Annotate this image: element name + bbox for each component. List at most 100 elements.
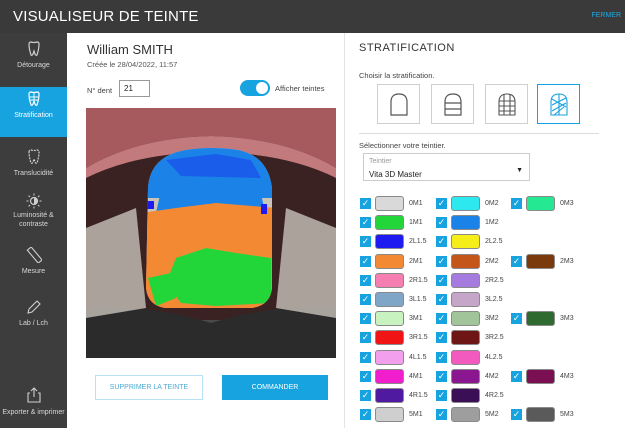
- shade-item[interactable]: ✓ 1M2: [436, 215, 508, 232]
- sidebar-item-luminosite[interactable]: Luminosité & contraste: [0, 189, 67, 239]
- delete-shade-button[interactable]: SUPPRIMER LA TEINTE: [95, 375, 203, 400]
- shade-checkbox[interactable]: ✓: [360, 370, 371, 382]
- shade-checkbox[interactable]: ✓: [436, 351, 447, 363]
- shade-label: 3R2.5: [485, 334, 504, 342]
- shade-checkbox[interactable]: ✓: [360, 255, 371, 267]
- strat-option-2[interactable]: [431, 84, 474, 124]
- shade-item[interactable]: ✓ 2M1: [360, 253, 432, 271]
- shade-checkbox[interactable]: ✓: [360, 274, 371, 286]
- stratification-title: STRATIFICATION: [359, 42, 455, 54]
- shade-checkbox[interactable]: ✓: [436, 332, 447, 344]
- shade-label: 2R1.5: [409, 276, 428, 284]
- created-date: Créée le 28/04/2022, 11:57: [87, 60, 178, 69]
- shade-swatch: [526, 196, 555, 211]
- shade-swatch: [451, 196, 480, 211]
- shade-item[interactable]: ✓ 0M1: [360, 196, 432, 213]
- shade-checkbox[interactable]: ✓: [436, 236, 447, 248]
- shade-swatch: [451, 292, 480, 307]
- shade-checkbox[interactable]: ✓: [436, 217, 447, 229]
- shade-item[interactable]: ✓ 4M2: [436, 368, 508, 386]
- shade-checkbox[interactable]: ✓: [511, 255, 522, 267]
- shade-label: 2M1: [409, 257, 423, 265]
- tooth-number-input[interactable]: 21: [119, 80, 150, 97]
- shade-item[interactable]: ✓ 4L1.5: [360, 349, 432, 367]
- shade-label: 3M2: [485, 315, 499, 323]
- shade-swatch: [526, 368, 555, 384]
- shade-item[interactable]: ✓ 2R2.5: [436, 272, 508, 290]
- shade-checkbox[interactable]: ✓: [436, 370, 447, 382]
- tooth-photo[interactable]: [86, 108, 336, 358]
- sidebar-item-stratification[interactable]: Stratification: [0, 87, 67, 137]
- shade-checkbox[interactable]: ✓: [511, 409, 522, 421]
- shade-checkbox[interactable]: ✓: [360, 198, 371, 209]
- sidebar-item-lab-lch[interactable]: Lab / Lch: [0, 295, 67, 345]
- shade-swatch: [451, 234, 480, 250]
- shade-checkbox[interactable]: ✓: [360, 409, 371, 421]
- shade-item[interactable]: ✓ 0M2: [436, 196, 508, 213]
- close-button[interactable]: FERMER: [591, 12, 621, 19]
- shade-checkbox[interactable]: ✓: [436, 294, 447, 305]
- sidebar-item-mesure[interactable]: Mesure: [0, 243, 67, 293]
- shade-swatch: [451, 407, 480, 423]
- sidebar-item-export[interactable]: Exporter & imprimer: [0, 383, 67, 428]
- shade-guide-select[interactable]: Teintier Vita 3D Master ▼: [363, 153, 530, 181]
- shade-item[interactable]: ✓ 2L2.5: [436, 234, 508, 251]
- sidebar-item-detourage[interactable]: Détourage: [0, 37, 67, 87]
- shade-item[interactable]: ✓ 4R2.5: [436, 388, 508, 405]
- shade-item[interactable]: ✓ 3L2.5: [436, 292, 508, 309]
- layers-tooth-icon: [0, 87, 67, 111]
- sidebar-item-label: Mesure: [21, 268, 46, 275]
- shade-label: 2R2.5: [485, 276, 504, 284]
- shade-item[interactable]: ✓ 3L1.5: [360, 292, 432, 309]
- shade-item[interactable]: ✓ 3M1: [360, 311, 432, 328]
- shade-item[interactable]: ✓ 4M3: [511, 368, 583, 386]
- shade-label: 2M2: [485, 257, 499, 265]
- shade-item[interactable]: ✓ 1M1: [360, 215, 432, 232]
- shade-item[interactable]: ✓ 2R1.5: [360, 272, 432, 290]
- tooth-translucent-icon: [0, 145, 67, 169]
- shade-checkbox[interactable]: ✓: [360, 332, 371, 344]
- shade-item[interactable]: ✓ 2M2: [436, 253, 508, 271]
- shade-guide-value: Vita 3D Master: [369, 170, 422, 179]
- shade-item[interactable]: ✓ 3M3: [511, 311, 583, 328]
- order-button[interactable]: COMMANDER: [222, 375, 328, 400]
- shade-item[interactable]: ✓ 3R2.5: [436, 330, 508, 347]
- strat-option-1[interactable]: [377, 84, 420, 124]
- shade-checkbox[interactable]: ✓: [436, 409, 447, 421]
- shade-checkbox[interactable]: ✓: [360, 313, 371, 325]
- shade-checkbox[interactable]: ✓: [360, 236, 371, 248]
- shade-checkbox[interactable]: ✓: [360, 294, 371, 305]
- shade-item[interactable]: ✓ 4M1: [360, 368, 432, 386]
- shade-item[interactable]: ✓ 3M2: [436, 311, 508, 328]
- shade-item[interactable]: ✓ 5M3: [511, 407, 583, 424]
- shade-label: 3L1.5: [409, 296, 427, 303]
- shade-checkbox[interactable]: ✓: [436, 255, 447, 267]
- shade-checkbox[interactable]: ✓: [436, 274, 447, 286]
- shade-checkbox[interactable]: ✓: [436, 313, 447, 325]
- shade-item[interactable]: ✓ 3R1.5: [360, 330, 432, 347]
- sidebar-item-label: Luminosité & contraste: [13, 212, 54, 228]
- shade-checkbox[interactable]: ✓: [436, 198, 447, 209]
- shade-checkbox[interactable]: ✓: [436, 390, 447, 401]
- shade-item[interactable]: ✓ 2M3: [511, 253, 583, 271]
- strat-option-4[interactable]: [537, 84, 580, 124]
- show-shades-toggle[interactable]: [240, 80, 270, 96]
- shade-checkbox[interactable]: ✓: [360, 217, 371, 229]
- shade-item[interactable]: ✓ 5M1: [360, 407, 432, 424]
- shade-label: 1M1: [409, 219, 423, 227]
- shade-item[interactable]: ✓ 5M2: [436, 407, 508, 424]
- shade-item[interactable]: ✓ 2L1.5: [360, 234, 432, 251]
- sidebar-item-label: Détourage: [17, 62, 50, 69]
- shade-checkbox[interactable]: ✓: [360, 351, 371, 363]
- shade-item[interactable]: ✓ 4L2.5: [436, 349, 508, 367]
- shade-checkbox[interactable]: ✓: [511, 198, 522, 209]
- sidebar-item-translucidite[interactable]: Translucidité: [0, 145, 67, 195]
- shade-checkbox[interactable]: ✓: [360, 390, 371, 401]
- strat-option-3[interactable]: [485, 84, 528, 124]
- shade-item[interactable]: ✓ 4R1.5: [360, 388, 432, 405]
- shade-item[interactable]: ✓ 0M3: [511, 196, 583, 213]
- strat-2-icon: [443, 93, 462, 116]
- shade-checkbox[interactable]: ✓: [511, 370, 522, 382]
- shade-checkbox[interactable]: ✓: [511, 313, 522, 325]
- shade-swatch: [375, 368, 404, 384]
